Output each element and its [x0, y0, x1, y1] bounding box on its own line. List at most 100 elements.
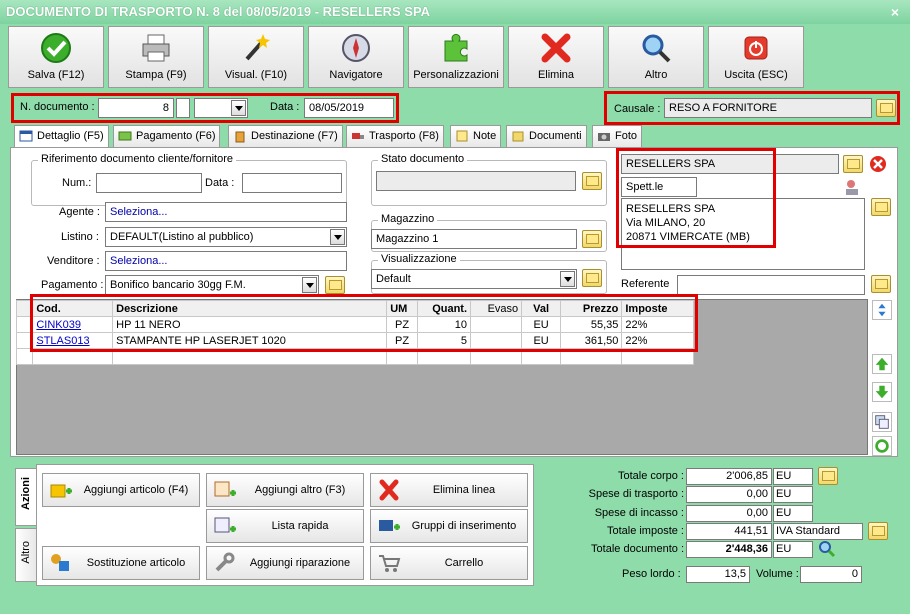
close-icon[interactable]: ×: [886, 3, 904, 21]
rif-num-label: Num.:: [62, 177, 92, 189]
numdoc-input[interactable]: 8: [98, 98, 174, 118]
chevron-down-icon: [231, 100, 246, 116]
agente-label: Agente :: [59, 206, 100, 218]
cliente-folder-icon[interactable]: [843, 155, 863, 173]
move-up-icon[interactable]: [872, 354, 892, 374]
spese-trasporto-unit: EU: [773, 486, 813, 503]
stato-title: Stato documento: [378, 153, 468, 165]
toolbar-label: Personalizzazioni: [413, 69, 499, 81]
tab-foto[interactable]: Foto: [592, 125, 643, 147]
referente-folder-icon[interactable]: [871, 275, 891, 293]
venditore-label: Venditore :: [47, 255, 100, 267]
add-article-button[interactable]: Aggiungi articolo (F4): [42, 473, 200, 507]
totale-documento-unit: EU: [773, 541, 813, 558]
documents-icon: [512, 131, 524, 142]
person-search-icon[interactable]: [843, 178, 861, 196]
camera-icon: [598, 133, 610, 141]
zoom-icon[interactable]: [818, 540, 836, 558]
pagamento-folder-icon[interactable]: [325, 276, 345, 294]
chevron-down-icon: [330, 229, 345, 245]
print-button[interactable]: Stampa (F9): [108, 26, 204, 88]
tab-pagamento[interactable]: Pagamento (F6): [113, 125, 221, 147]
pagamento-label: Pagamento :: [41, 279, 104, 291]
magazzino-input[interactable]: Magazzino 1: [371, 229, 577, 249]
shapes-icon: [51, 554, 69, 571]
magazzino-folder-icon[interactable]: [582, 230, 602, 248]
date-label: Data :: [270, 101, 300, 113]
tab-azioni[interactable]: Azioni: [15, 468, 37, 526]
visualizzazione-group: Visualizzazione Default: [371, 253, 607, 294]
tab-altro[interactable]: Altro: [15, 528, 37, 582]
spese-incasso-label: Spese di incasso :: [594, 507, 684, 519]
spese-trasporto-input[interactable]: 0,00: [686, 486, 772, 503]
delete-line-button[interactable]: Elimina linea: [370, 473, 528, 507]
delete-button[interactable]: Elimina: [508, 26, 604, 88]
spese-incasso-input[interactable]: 0,00: [686, 505, 772, 522]
check-icon: [41, 33, 71, 63]
preview-button[interactable]: Visual. (F10): [208, 26, 304, 88]
insert-groups-button[interactable]: Gruppi di inserimento: [370, 509, 528, 543]
agente-input[interactable]: Seleziona...: [105, 202, 347, 222]
referente-input[interactable]: [677, 275, 865, 295]
chevron-down-icon: [560, 271, 575, 287]
copy-icon[interactable]: [872, 412, 892, 432]
other-button[interactable]: Altro: [608, 26, 704, 88]
volume-input[interactable]: 0: [800, 566, 862, 583]
visualizzazione-select[interactable]: Default: [371, 269, 577, 289]
tab-documenti[interactable]: Documenti: [506, 125, 587, 147]
address-folder-icon[interactable]: [871, 198, 891, 216]
iva-type: IVA Standard: [773, 523, 863, 540]
delete-x-icon: [541, 33, 571, 63]
chevron-down-icon: [302, 277, 317, 293]
causale-folder-icon[interactable]: [876, 99, 896, 117]
quick-list-button[interactable]: Lista rapida: [206, 509, 364, 543]
rif-num-input[interactable]: [96, 173, 202, 193]
stato-group: Stato documento: [371, 153, 607, 206]
venditore-input[interactable]: Seleziona...: [105, 251, 347, 271]
spese-trasporto-label: Spese di trasporto :: [588, 488, 684, 500]
tab-destinazione[interactable]: Destinazione (F7): [228, 125, 343, 147]
iva-folder-icon[interactable]: [868, 522, 888, 540]
peso-input[interactable]: 13,5: [686, 566, 750, 583]
replace-article-button[interactable]: Sostituzione articolo: [42, 546, 200, 580]
magnifier-icon: [642, 34, 671, 63]
riferimento-title: Riferimento documento cliente/fornitore: [38, 153, 236, 165]
pagamento-select[interactable]: Bonifico bancario 30gg F.M.: [105, 275, 319, 295]
causale-input[interactable]: RESO A FORNITORE: [664, 98, 872, 118]
remove-client-icon[interactable]: [869, 155, 887, 173]
highlight-items: [30, 294, 698, 352]
totale-corpo-folder-icon[interactable]: [818, 467, 838, 485]
main-window: DOCUMENTO DI TRASPORTO N. 8 del 08/05/20…: [0, 0, 910, 614]
add-other-button[interactable]: Aggiungi altro (F3): [206, 473, 364, 507]
spese-incasso-unit: EU: [773, 505, 813, 522]
sort-updown-icon[interactable]: [872, 300, 892, 320]
tab-dettaglio[interactable]: Dettaglio (F5): [14, 125, 109, 149]
visualizzazione-folder-icon[interactable]: [582, 269, 602, 287]
note-icon: [456, 130, 468, 142]
numdoc-suffix-input[interactable]: [176, 98, 190, 118]
stato-input[interactable]: [376, 171, 576, 191]
refresh-icon[interactable]: [872, 436, 892, 456]
customizations-button[interactable]: Personalizzazioni: [408, 26, 504, 88]
cart-button[interactable]: Carrello: [370, 546, 528, 580]
exit-button[interactable]: Uscita (ESC): [708, 26, 804, 88]
stato-folder-icon[interactable]: [582, 172, 602, 190]
navigator-button[interactable]: Navigatore: [308, 26, 404, 88]
tab-trasporto[interactable]: Trasporto (F8): [346, 125, 444, 147]
rif-date-input[interactable]: [242, 173, 342, 193]
toolbar-label: Elimina: [537, 69, 575, 81]
listino-select[interactable]: DEFAULT(Listino al pubblico): [105, 227, 347, 247]
rif-date-label: Data :: [205, 177, 235, 189]
toolbar-label: Stampa (F9): [125, 69, 187, 81]
date-input[interactable]: 08/05/2019: [304, 98, 394, 118]
add-repair-button[interactable]: Aggiungi riparazione: [206, 546, 364, 580]
causale-label: Causale :: [614, 103, 661, 115]
magazzino-title: Magazzino: [378, 213, 438, 225]
numdoc-series-select[interactable]: [194, 98, 248, 118]
totale-corpo-unit: EU: [773, 468, 813, 485]
totale-corpo-value: 2'006,85: [686, 468, 772, 485]
group-add-icon: [379, 520, 400, 531]
move-down-icon[interactable]: [872, 382, 892, 402]
save-button[interactable]: Salva (F12): [8, 26, 104, 88]
tab-note[interactable]: Note: [450, 125, 502, 147]
